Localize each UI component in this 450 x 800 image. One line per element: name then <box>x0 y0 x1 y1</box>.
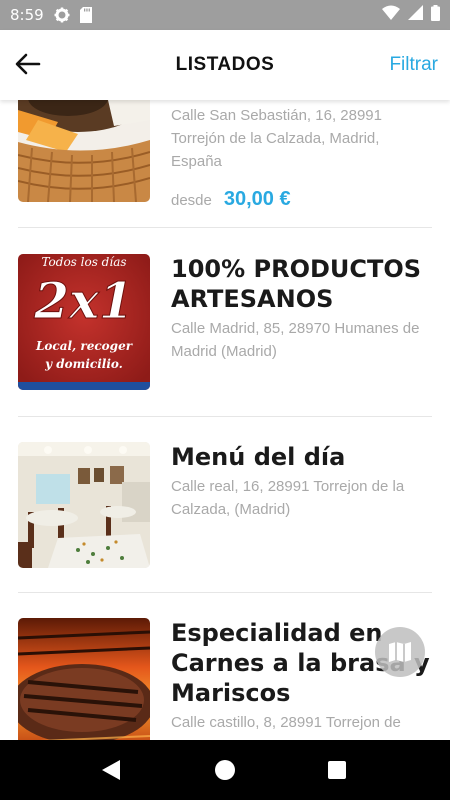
nav-recents-button[interactable] <box>327 760 347 785</box>
status-time: 8:59 <box>10 6 44 24</box>
listing-address: Calle Madrid, 85, 28970 Humanes de Madri… <box>171 320 420 360</box>
battery-icon <box>431 4 440 26</box>
list-item[interactable]: Calle San Sebastián, 16, 28991 Torrejón … <box>18 100 432 220</box>
wifi-icon <box>382 5 400 25</box>
listing-image-promo: Todos los días 2x1 Local, recoger y domi… <box>18 254 150 390</box>
price-prefix: desde <box>171 192 212 209</box>
price-row: desde 30,00 € <box>171 188 291 211</box>
price-value: 30,00 € <box>223 188 291 210</box>
promo-line-4: y domicilio. <box>44 357 123 371</box>
map-button[interactable] <box>375 627 425 677</box>
nav-back-button[interactable] <box>100 758 122 787</box>
listing-title: 100% PRODUCTOS ARTESANOS <box>171 255 422 313</box>
promo-line-1: Todos los días <box>41 255 126 269</box>
sd-card-icon <box>79 7 92 23</box>
listing-address: Calle San Sebastián, 16, 28991 Torrejón … <box>171 107 382 170</box>
list-item[interactable]: Menú del día Calle real, 16, 28991 Torre… <box>18 442 432 572</box>
listing-image-grilled-steak <box>18 618 150 740</box>
home-circle-icon <box>215 760 235 780</box>
promo-line-3: Local, recoger <box>35 339 134 353</box>
divider <box>18 416 432 417</box>
recents-square-icon <box>328 761 346 779</box>
system-nav-bar <box>0 740 450 800</box>
listing-image-food-basket <box>18 100 150 202</box>
listing-title: Menú del día <box>171 443 346 471</box>
listing-address: Calle castillo, 8, 28991 Torrejon de <box>171 714 401 731</box>
listing-address: Calle real, 16, 28991 Torrejon de la Cal… <box>171 478 405 518</box>
listing-image-restaurant <box>18 442 150 568</box>
list-item[interactable]: Especialidad en Carnes a la brasa y Mari… <box>18 618 432 740</box>
list-item[interactable]: Todos los días 2x1 Local, recoger y domi… <box>18 254 432 414</box>
promo-line-2: 2x1 <box>33 271 133 330</box>
settings-icon <box>54 7 70 23</box>
back-triangle-icon <box>102 760 120 780</box>
app-bar: LISTADOS Filtrar <box>0 30 450 100</box>
page-title: LISTADOS <box>175 54 275 75</box>
filter-button[interactable]: Filtrar <box>389 54 438 76</box>
signal-icon <box>408 5 423 25</box>
divider <box>18 592 432 593</box>
nav-home-button[interactable] <box>214 759 236 786</box>
divider <box>18 227 432 228</box>
status-bar: 8:59 <box>0 0 450 30</box>
map-icon <box>389 642 411 662</box>
